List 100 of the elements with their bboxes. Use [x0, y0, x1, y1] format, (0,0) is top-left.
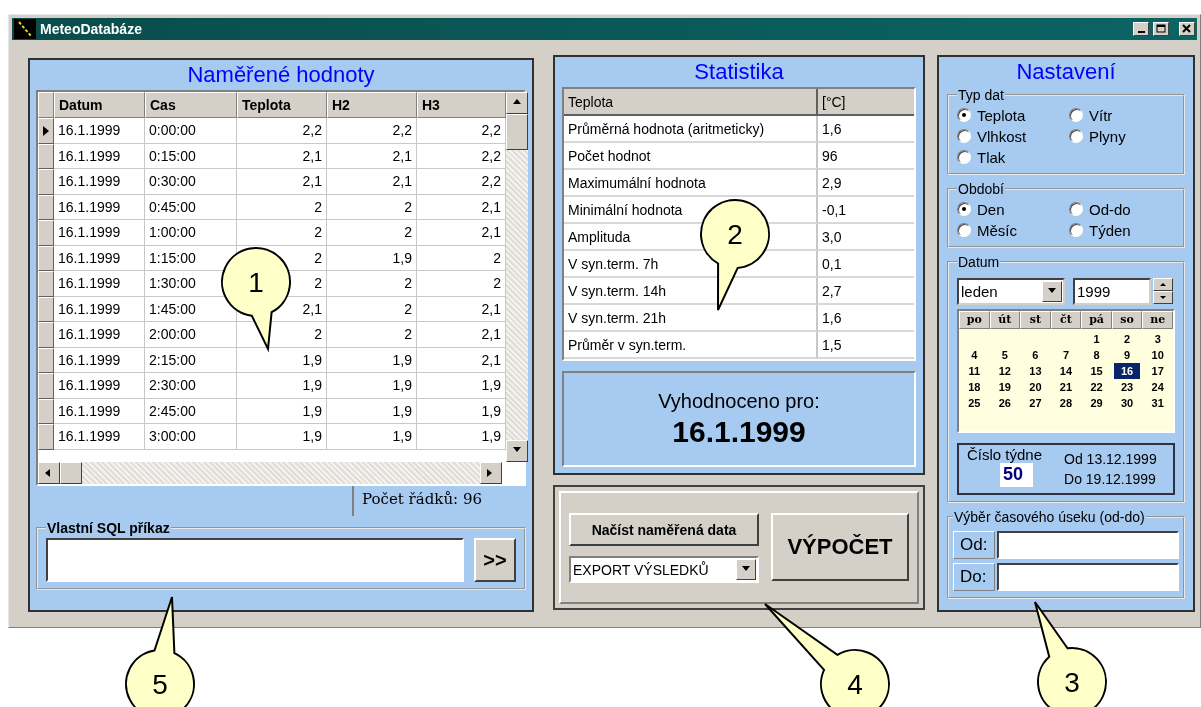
load-data-button[interactable]: Načíst naměřená data [569, 513, 759, 546]
row-selector[interactable] [38, 143, 54, 169]
radio-label[interactable]: Plyny [1089, 127, 1126, 145]
column-header[interactable]: Teplota [564, 89, 818, 116]
radio-label[interactable]: Tlak [977, 148, 1006, 166]
radio-button[interactable] [957, 150, 971, 164]
calendar-day[interactable]: 17 [1144, 363, 1171, 379]
calendar-day[interactable]: 8 [1083, 347, 1110, 363]
row-selector[interactable] [38, 118, 54, 144]
calendar-day[interactable]: 6 [1022, 347, 1049, 363]
calendar-day[interactable]: 19 [991, 379, 1019, 395]
row-selector[interactable] [38, 271, 54, 297]
radio-button[interactable] [957, 223, 971, 237]
calendar-day[interactable]: 7 [1052, 347, 1080, 363]
radio-label[interactable]: Týden [1089, 221, 1131, 239]
table-cell: Průměrná hodnota (aritmeticky) [564, 116, 818, 143]
year-field[interactable]: 1999 [1073, 278, 1151, 305]
calendar-day[interactable]: 30 [1113, 395, 1141, 411]
dropdown-button[interactable] [1042, 281, 1062, 302]
column-header[interactable]: Teplota [237, 92, 327, 118]
calendar-day[interactable]: 29 [1083, 395, 1110, 411]
scroll-down-button[interactable] [506, 440, 528, 462]
column-header[interactable]: Datum [54, 92, 145, 118]
table-cell: 0:15:00 [145, 143, 237, 169]
spin-down-button[interactable] [1153, 291, 1173, 304]
radio-label[interactable]: Vlhkost [977, 127, 1027, 145]
calendar-day[interactable]: 21 [1052, 379, 1080, 395]
radio-label[interactable]: Teplota [977, 106, 1026, 124]
calendar-day[interactable]: 3 [1144, 331, 1171, 347]
horizontal-scrollbar[interactable] [38, 462, 502, 484]
callout-bubble: 2 [700, 199, 770, 311]
radio-label[interactable]: Od-do [1089, 200, 1131, 218]
row-selector[interactable] [38, 220, 54, 246]
compute-button[interactable]: VÝPOČET [771, 513, 909, 581]
radio-label[interactable]: Měsíc [977, 221, 1017, 239]
radio-button[interactable] [957, 129, 971, 143]
calendar-day[interactable]: 14 [1052, 363, 1080, 379]
scroll-up-button[interactable] [506, 92, 528, 114]
scroll-right-button[interactable] [480, 462, 502, 484]
row-selector[interactable] [38, 398, 54, 424]
close-button[interactable] [1179, 22, 1195, 36]
scroll-left-button[interactable] [38, 462, 60, 484]
table-cell: 16.1.1999 [54, 143, 145, 169]
row-selector[interactable] [38, 296, 54, 322]
minimize-button[interactable] [1133, 22, 1149, 36]
radio-button[interactable] [1069, 129, 1083, 143]
calendar-day[interactable]: 2 [1113, 331, 1141, 347]
scroll-thumb[interactable] [60, 462, 82, 484]
calendar-day[interactable]: 13 [1022, 363, 1049, 379]
row-selector[interactable] [38, 245, 54, 271]
week-number-field[interactable]: 50 [1000, 462, 1033, 487]
run-button[interactable]: >> [474, 538, 516, 582]
calendar-day[interactable]: 25 [961, 395, 988, 411]
column-header[interactable]: Cas [145, 92, 237, 118]
calendar-day[interactable]: 11 [961, 363, 988, 379]
radio-button[interactable] [1069, 202, 1083, 216]
calendar-day[interactable]: 27 [1022, 395, 1049, 411]
month-dropdown[interactable]: leden [957, 278, 1065, 305]
calendar-day[interactable]: 18 [961, 379, 988, 395]
row-selector[interactable] [38, 424, 54, 450]
radio-label[interactable]: Den [977, 200, 1005, 218]
radio-button[interactable] [957, 202, 971, 216]
column-header[interactable]: [°C] [818, 89, 914, 116]
row-selector[interactable] [38, 322, 54, 348]
calendar-day[interactable]: 20 [1022, 379, 1049, 395]
row-selector[interactable] [38, 373, 54, 399]
calendar-day[interactable]: 24 [1144, 379, 1171, 395]
calendar-day[interactable]: 28 [1052, 395, 1080, 411]
weekday-header: st [1020, 311, 1051, 329]
table-cell: Počet hodnot [564, 143, 818, 170]
calendar-day[interactable]: 12 [991, 363, 1019, 379]
radio-button[interactable] [1069, 108, 1083, 122]
column-header[interactable]: H3 [417, 92, 506, 118]
radio-button[interactable] [957, 108, 971, 122]
calendar-day[interactable]: 16 [1113, 363, 1141, 379]
calendar-day[interactable]: 31 [1144, 395, 1171, 411]
vertical-scrollbar[interactable] [506, 92, 528, 462]
radio-label[interactable]: Vítr [1089, 106, 1113, 124]
date-input-field[interactable] [997, 531, 1179, 559]
row-selector[interactable] [38, 169, 54, 195]
calendar-day[interactable]: 15 [1083, 363, 1110, 379]
calendar-day[interactable]: 1 [1083, 331, 1110, 347]
calendar-day[interactable]: 26 [991, 395, 1019, 411]
date-input-field[interactable] [997, 563, 1179, 591]
radio-button[interactable] [1069, 223, 1083, 237]
row-selector[interactable] [38, 194, 54, 220]
dropdown-button[interactable] [736, 559, 756, 580]
calendar-day[interactable]: 9 [1113, 347, 1141, 363]
calendar-day[interactable]: 23 [1113, 379, 1141, 395]
spin-up-button[interactable] [1153, 278, 1173, 291]
scroll-thumb[interactable] [506, 114, 528, 150]
column-header[interactable]: H2 [327, 92, 417, 118]
export-dropdown[interactable]: EXPORT VÝSLEDKŮ [569, 556, 759, 583]
calendar-day[interactable]: 5 [991, 347, 1019, 363]
calendar-day[interactable]: 22 [1083, 379, 1110, 395]
calendar-day[interactable]: 4 [961, 347, 988, 363]
row-selector[interactable] [38, 347, 54, 373]
maximize-button[interactable] [1153, 22, 1169, 36]
sql-input-field[interactable] [46, 538, 464, 582]
calendar-day[interactable]: 10 [1144, 347, 1171, 363]
